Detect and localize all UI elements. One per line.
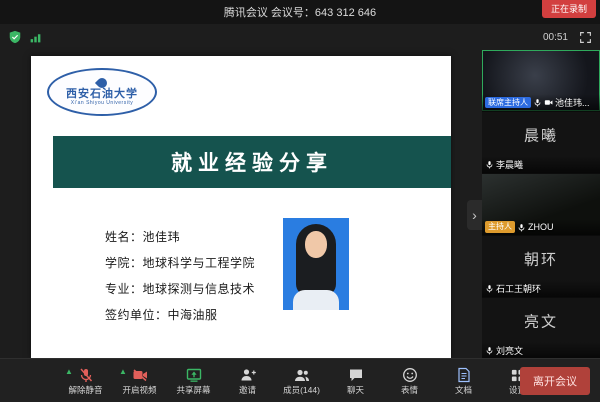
- camera-label: 开启视频: [122, 386, 156, 395]
- participant-name: 石工王朝环: [496, 282, 541, 295]
- title-bar: 腾讯会议 会议号：643 312 646 正在录制: [0, 0, 600, 24]
- camera-options-caret[interactable]: ▲: [119, 368, 127, 376]
- members-label: 成员(144): [283, 386, 320, 395]
- invite-button[interactable]: 邀请: [224, 367, 271, 395]
- person-add-icon: [239, 367, 256, 384]
- emoji-label: 表情: [401, 386, 418, 395]
- id-photo-body: [293, 290, 339, 310]
- chat-icon: [347, 367, 364, 384]
- university-name-cn: 西安石油大学: [66, 89, 138, 100]
- mic-icon: [485, 284, 494, 293]
- presentation-slide: 西安石油大学 Xi'an Shiyou University 就业经验分享 姓名…: [31, 56, 451, 358]
- mic-options-caret[interactable]: ▲: [65, 368, 73, 376]
- emoji-icon: [401, 367, 418, 384]
- participant-avatar-label: 晨曦: [482, 125, 600, 146]
- participant-avatar-label: 亮文: [482, 311, 600, 332]
- participant-name: 刘亮文: [496, 344, 523, 357]
- participant-name: ZHOU: [528, 222, 554, 232]
- participant-tile[interactable]: 朝环 石工王朝环: [482, 236, 600, 297]
- chat-button[interactable]: 聊天: [332, 367, 379, 395]
- leave-meeting-button[interactable]: 离开会议: [520, 367, 590, 395]
- info-name: 姓名：池佳玮: [105, 228, 255, 245]
- id-photo-face: [305, 231, 327, 258]
- participant-tile[interactable]: 亮文 刘亮文: [482, 298, 600, 358]
- mute-label: 解除静音: [68, 386, 102, 395]
- participant-tile-bar: 主持人 ZHOU: [482, 219, 600, 235]
- participant-tile[interactable]: 晨曦 李晨曦: [482, 112, 600, 173]
- chat-label: 聊天: [347, 386, 364, 395]
- participant-tile[interactable]: 联席主持人 池佳玮...: [482, 50, 600, 111]
- docs-button[interactable]: 文档: [440, 367, 487, 395]
- meeting-title: 腾讯会议 会议号：643 312 646: [224, 4, 376, 20]
- slide-info-block: 姓名：池佳玮 学院：地球科学与工程学院 专业：地球探测与信息技术 签约单位：中海…: [105, 228, 255, 332]
- info-employer: 签约单位：中海油服: [105, 306, 255, 323]
- mic-icon: [485, 160, 494, 169]
- shared-screen-stage: 西安石油大学 Xi'an Shiyou University 就业经验分享 姓名…: [0, 50, 482, 358]
- mic-icon: [485, 346, 494, 355]
- co-host-badge: 联席主持人: [485, 97, 531, 109]
- sidebar-collapse-chevron[interactable]: ›: [467, 200, 482, 230]
- security-shield-icon[interactable]: [8, 30, 22, 44]
- host-badge: 主持人: [485, 221, 515, 233]
- mic-icon: [533, 98, 542, 107]
- share-screen-label: 共享屏幕: [176, 386, 210, 395]
- network-signal-icon[interactable]: [28, 30, 42, 44]
- university-logo: 西安石油大学 Xi'an Shiyou University: [47, 68, 157, 116]
- fullscreen-icon[interactable]: [578, 30, 592, 44]
- mic-icon: [517, 223, 526, 232]
- slide-title: 就业经验分享: [171, 147, 333, 177]
- participant-name: 李晨曦: [496, 158, 523, 171]
- status-bar: 00:51: [0, 24, 600, 50]
- mic-muted-icon: [77, 367, 94, 384]
- info-college: 学院：地球科学与工程学院: [105, 254, 255, 271]
- university-name-en: Xi'an Shiyou University: [71, 101, 133, 106]
- participant-sidebar: 联席主持人 池佳玮... 晨曦 李晨曦 主持人 ZHOU: [482, 50, 600, 358]
- bottom-toolbar: ▲ 解除静音 ▲ 开启视频 共享屏幕 邀请: [0, 358, 600, 402]
- meeting-timer: 00:51: [543, 32, 568, 43]
- participant-tile-bar: 刘亮文: [482, 342, 600, 358]
- camera-button[interactable]: ▲ 开启视频: [116, 367, 163, 395]
- docs-label: 文档: [455, 386, 472, 395]
- participant-name: 池佳玮...: [555, 96, 590, 109]
- participant-tile-bar: 石工王朝环: [482, 280, 600, 297]
- participant-tile-bar: 联席主持人 池佳玮...: [482, 94, 600, 111]
- participant-avatar-label: 朝环: [482, 249, 600, 270]
- members-button[interactable]: 成员(144): [278, 367, 325, 395]
- info-major: 专业：地球探测与信息技术: [105, 280, 255, 297]
- camera-icon: [544, 98, 553, 107]
- document-icon: [455, 367, 472, 384]
- participant-tile-bar: 李晨曦: [482, 156, 600, 173]
- slide-title-banner: 就业经验分享: [53, 136, 451, 188]
- mute-button[interactable]: ▲ 解除静音: [62, 367, 109, 395]
- recording-badge[interactable]: 正在录制: [542, 0, 596, 18]
- main-area: 西安石油大学 Xi'an Shiyou University 就业经验分享 姓名…: [0, 50, 600, 358]
- invite-label: 邀请: [239, 386, 256, 395]
- camera-muted-icon: [131, 367, 148, 384]
- participant-tile[interactable]: 主持人 ZHOU: [482, 174, 600, 235]
- meeting-window: 腾讯会议 会议号：643 312 646 正在录制 00:51 西安石油大学 X…: [0, 0, 600, 402]
- members-icon: [293, 367, 310, 384]
- share-screen-button[interactable]: 共享屏幕: [170, 367, 217, 395]
- emoji-button[interactable]: 表情: [386, 367, 433, 395]
- share-screen-icon: [185, 367, 202, 384]
- id-photo: [283, 218, 349, 310]
